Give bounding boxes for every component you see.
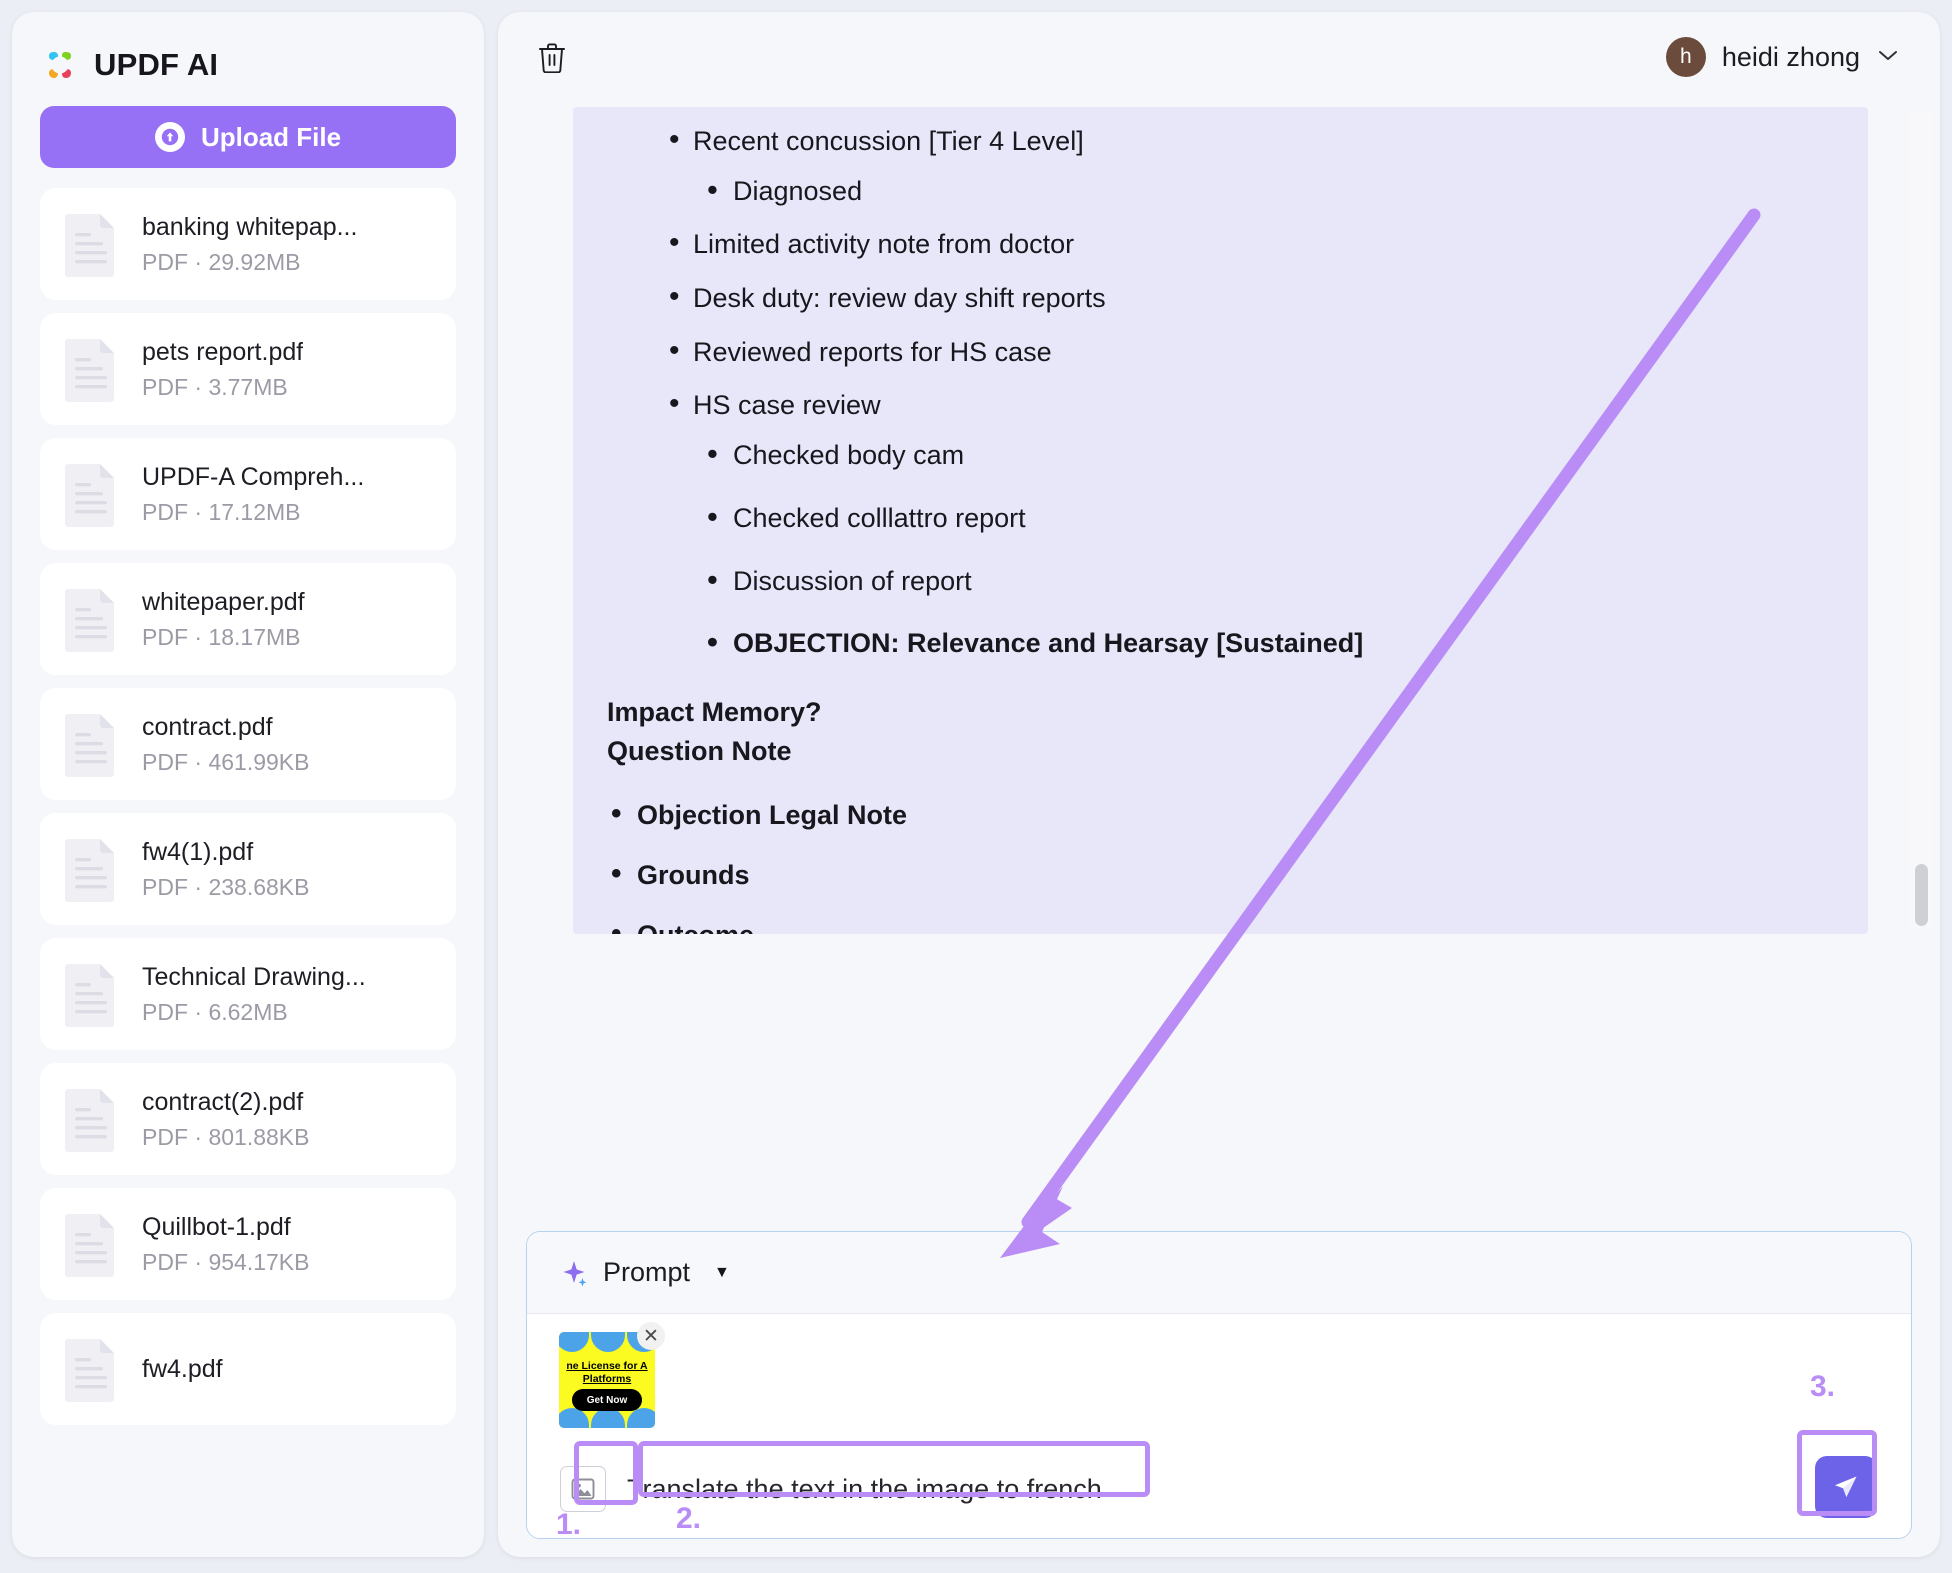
document-sub-bullet: Checked colllattro report [693,504,1834,534]
prompt-panel: Prompt ▼ ne License for A Platforms [526,1231,1912,1539]
document-heading: Impact Memory? [607,693,1834,732]
document-bullet-text: Reviewed reports for HS case [693,337,1052,367]
document-icon [62,1336,120,1402]
file-meta: PDF · 18.17MB [142,624,305,652]
attachment-thumbnail[interactable]: ne License for A Platforms Get Now ✕ [559,1332,655,1428]
document-outline: Recent concussion [Tier 4 Level] Diagnose… [607,127,1834,659]
document-icon [62,1211,120,1277]
send-paper-plane-icon[interactable] [1815,1456,1877,1518]
file-meta: PDF · 801.88KB [142,1124,309,1152]
file-list-item[interactable]: Quillbot-1.pdf PDF · 954.17KB [40,1188,456,1300]
file-name: Technical Drawing... [142,961,366,994]
sidebar: UPDF AI Upload File banking whitepap... P… [12,12,484,1557]
document-sub-bullet: Diagnosed [693,177,1834,207]
file-name: fw4(1).pdf [142,836,309,869]
document-icon [62,336,120,402]
brand-row: UPDF AI [12,12,484,88]
user-name: heidi zhong [1722,42,1860,73]
file-meta: PDF · 17.12MB [142,499,364,527]
attachment-thumb-line1: ne License for A [559,1360,655,1372]
attachment-thumb-cta: Get Now [572,1389,642,1411]
file-meta: PDF · 461.99KB [142,749,309,777]
document-sub-list: Diagnosed [693,177,1834,207]
document-icon [62,586,120,652]
file-list-item[interactable]: contract.pdf PDF · 461.99KB [40,688,456,800]
file-name: Quillbot-1.pdf [142,1211,309,1244]
app-title: UPDF AI [94,47,218,83]
file-list-item[interactable]: pets report.pdf PDF · 3.77MB [40,313,456,425]
file-list-item[interactable]: Technical Drawing... PDF · 6.62MB [40,938,456,1050]
file-name: UPDF-A Compreh... [142,461,364,494]
prompt-mode-selector[interactable]: Prompt ▼ [527,1232,1911,1314]
document-icon [62,211,120,277]
image-icon[interactable] [560,1466,606,1512]
document-bullet: Desk duty: review day shift reports [607,284,1834,314]
attachment-image: ne License for A Platforms Get Now [559,1332,655,1428]
document-sub-bullet: OBJECTION: Relevance and Hearsay [Sustai… [693,629,1834,659]
file-name: banking whitepap... [142,211,357,244]
document-heading: Question Note [607,732,1834,771]
file-list-item[interactable]: contract(2).pdf PDF · 801.88KB [40,1063,456,1175]
file-meta: PDF · 29.92MB [142,249,357,277]
document-sub-bullet: Checked body cam [693,441,1834,471]
updf-logo-icon [42,47,78,83]
main-panel: h heidi zhong Recent concussion [Tier 4 … [498,12,1940,1557]
document-headings: Impact Memory?Question Note [607,693,1834,771]
document-bullet: Recent concussion [Tier 4 Level] Diagnose… [607,127,1834,206]
document-bullet-text: Limited activity note from doctor [693,229,1074,259]
document-bold-bullets: Objection Legal Note Grounds Outcome [607,801,1834,934]
document-bullet-text: Desk duty: review day shift reports [693,283,1106,313]
caret-down-icon: ▼ [714,1264,730,1282]
document-bold-bullet: Outcome [607,921,1834,934]
prompt-body: ne License for A Platforms Get Now ✕ [527,1314,1911,1539]
chevron-down-icon [1876,48,1900,67]
file-name: fw4.pdf [142,1353,223,1386]
document-body: Recent concussion [Tier 4 Level] Diagnose… [607,127,1834,934]
file-list-item[interactable]: banking whitepap... PDF · 29.92MB [40,188,456,300]
attachment-thumb-line2: Platforms [559,1373,655,1385]
prompt-mode-label: Prompt [603,1257,690,1288]
upload-file-label: Upload File [201,122,341,153]
upload-file-button[interactable]: Upload File [40,106,456,168]
document-icon [62,961,120,1027]
file-name: pets report.pdf [142,336,303,369]
document-scrollbar-thumb[interactable] [1915,864,1928,926]
document-bullet: HS case review Checked body cam Checked co… [607,391,1834,658]
file-list-item[interactable]: fw4(1).pdf PDF · 238.68KB [40,813,456,925]
file-meta: PDF · 238.68KB [142,874,309,902]
upload-arrow-icon [155,122,185,152]
document-icon [62,1086,120,1152]
document-content-card: Recent concussion [Tier 4 Level] Diagnose… [573,107,1868,934]
file-meta: PDF · 954.17KB [142,1249,309,1277]
user-menu[interactable]: h heidi zhong [1658,31,1908,83]
file-list-item[interactable]: fw4.pdf [40,1313,456,1425]
close-icon[interactable]: ✕ [637,1322,665,1350]
sparkle-icon [559,1258,589,1288]
document-sub-bullet: Discussion of report [693,567,1834,597]
prompt-input[interactable] [623,1466,1243,1512]
document-bold-bullet: Grounds [607,861,1834,891]
main-header: h heidi zhong [498,12,1940,102]
app-root: UPDF AI Upload File banking whitepap... P… [0,0,1952,1573]
document-icon [62,461,120,527]
document-bullet-text: HS case review [693,390,881,420]
document-bold-bullet: Objection Legal Note [607,801,1834,831]
file-name: contract(2).pdf [142,1086,309,1119]
document-scrollbar-track[interactable] [1910,112,1932,930]
document-bullet: Limited activity note from doctor [607,230,1834,260]
document-sub-list: Checked body cam Checked colllattro repor… [693,441,1834,659]
file-name: contract.pdf [142,711,309,744]
file-list[interactable]: banking whitepap... PDF · 29.92MB pets re… [12,188,484,1557]
document-icon [62,711,120,777]
document-bullet: Reviewed reports for HS case [607,338,1834,368]
file-meta: PDF · 3.77MB [142,374,303,402]
file-name: whitepaper.pdf [142,586,305,619]
file-list-item[interactable]: UPDF-A Compreh... PDF · 17.12MB [40,438,456,550]
file-meta: PDF · 6.62MB [142,999,366,1027]
document-bullet-text: Recent concussion [Tier 4 Level] [693,126,1084,156]
document-icon [62,836,120,902]
avatar: h [1666,37,1706,77]
trash-icon[interactable] [530,35,574,79]
file-list-item[interactable]: whitepaper.pdf PDF · 18.17MB [40,563,456,675]
